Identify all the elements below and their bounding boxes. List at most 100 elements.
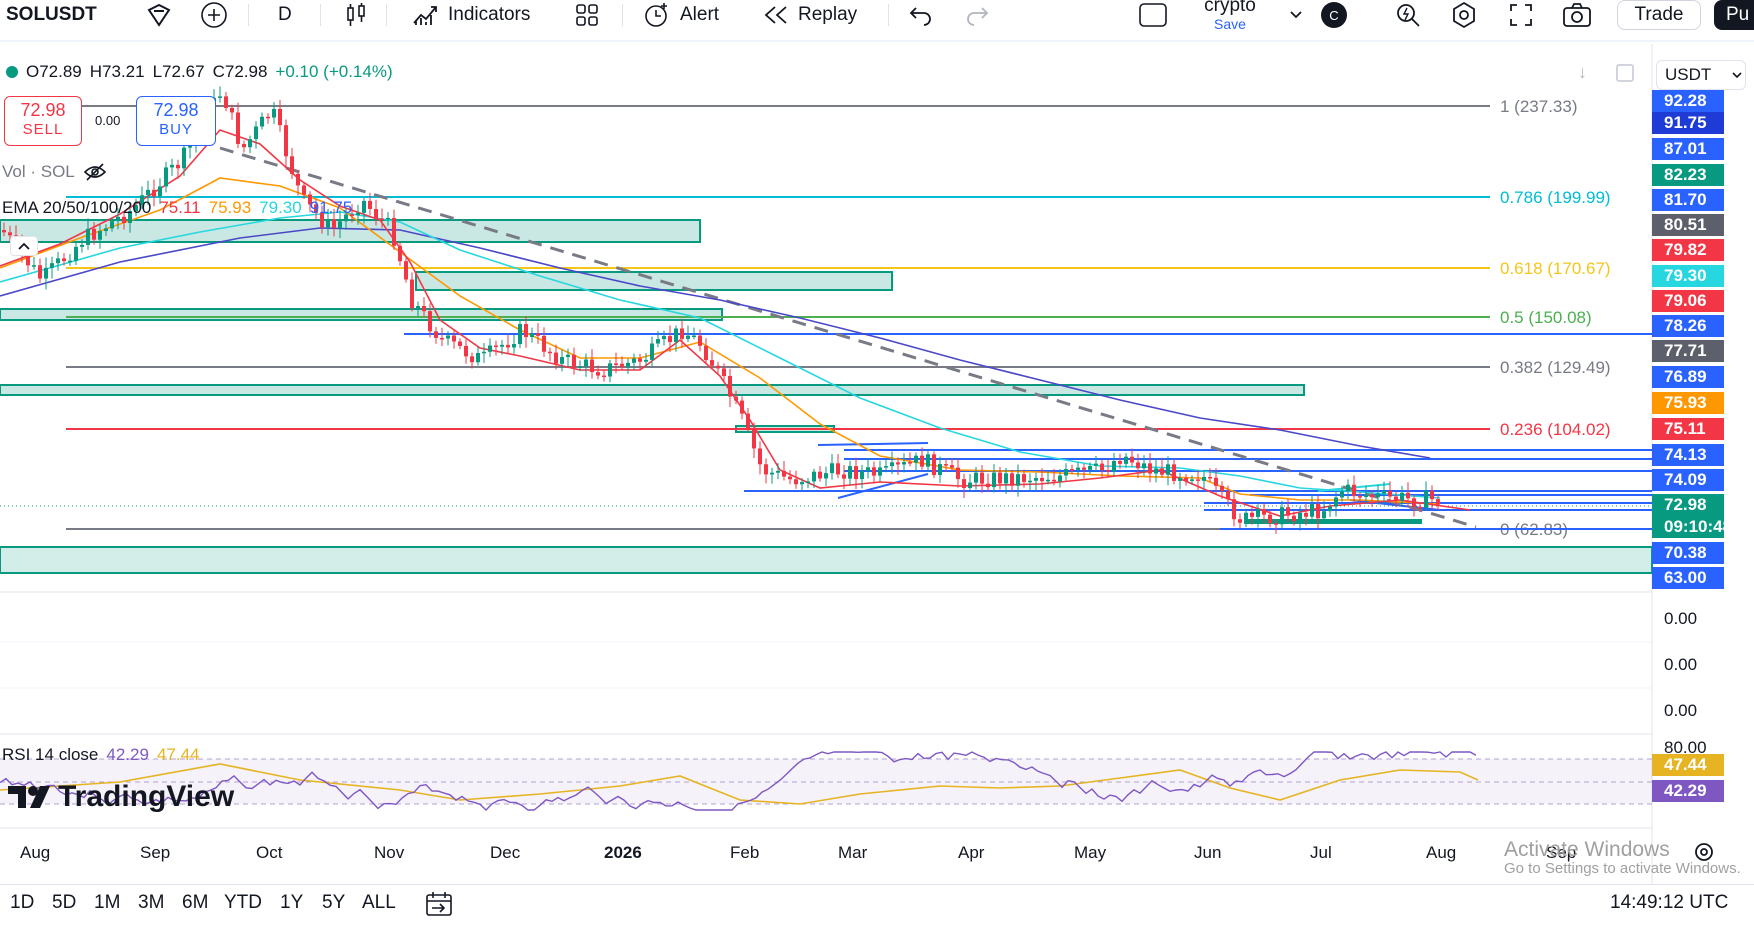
candle-body <box>386 217 390 220</box>
candle-body <box>290 156 294 174</box>
candle-body <box>1418 506 1422 509</box>
candle-body <box>656 339 660 344</box>
candle-body <box>356 212 360 216</box>
sell-price: 72.98 <box>20 100 66 120</box>
range-button-all[interactable]: ALL <box>362 892 396 914</box>
time-axis-label: Aug <box>1426 843 1457 862</box>
candle-body <box>890 462 894 467</box>
time-axis-label: Dec <box>490 843 521 862</box>
candle-body <box>614 363 618 365</box>
zone-rectangles[interactable] <box>0 219 1653 574</box>
range-button-5y[interactable]: 5Y <box>322 892 345 914</box>
candle-body <box>644 359 648 362</box>
range-button-3m[interactable]: 3M <box>138 892 164 914</box>
candle-body <box>914 455 918 463</box>
ohlc-legend: O72.89 H73.21 L72.67 C72.98 +0.10 (+0.14… <box>6 62 393 82</box>
candle-body <box>470 356 474 363</box>
candle-body <box>818 471 822 479</box>
zone-rect-2[interactable] <box>415 271 893 291</box>
candle-body <box>1436 499 1440 505</box>
price-scale-label: 79.06 <box>1652 290 1724 312</box>
tradingview-logo[interactable]: TradingView <box>6 780 234 814</box>
price-scale-label: 78.26 <box>1652 315 1724 337</box>
time-axis-label: Feb <box>730 843 760 862</box>
candle-body <box>1136 462 1140 469</box>
candle-body <box>752 428 756 449</box>
candle-body <box>1106 470 1110 472</box>
collapse-legend-button[interactable] <box>10 236 38 256</box>
volume-label: Vol · SOL <box>2 162 75 181</box>
candle-body <box>1046 479 1050 482</box>
goto-date-icon[interactable] <box>424 890 454 923</box>
fib-label-5: 0.236 (104.02) <box>1500 420 1611 439</box>
candle-body <box>236 112 240 144</box>
range-button-5d[interactable]: 5D <box>52 892 76 914</box>
candle-body <box>836 463 840 475</box>
low-value: L72.67 <box>152 62 205 81</box>
candle-body <box>962 479 966 488</box>
candle-body <box>434 331 438 338</box>
candle-body <box>1172 464 1176 481</box>
price-scale-label: 92.28 <box>1652 90 1724 112</box>
price-chart[interactable]: 1 (237.33) 0.786 (199.99) 0.618 (170.67) 0.… <box>0 0 1754 927</box>
volume-legend[interactable]: Vol · SOL <box>2 162 107 182</box>
ema200-value: 91.75 <box>309 198 353 217</box>
price-scale-label: 77.71 <box>1652 340 1724 362</box>
candle-body <box>1328 506 1332 512</box>
utc-clock[interactable]: 14:49:12 UTC <box>1610 892 1728 914</box>
price-scale-label: 87.01 <box>1652 138 1724 160</box>
candle-body <box>338 221 342 228</box>
candle-body <box>2 230 6 233</box>
price-scale-label: 70.38 <box>1652 542 1724 564</box>
candle-body <box>488 345 492 352</box>
price-scale-label: 72.98 <box>1652 494 1724 516</box>
zone-rect-3[interactable] <box>0 308 723 321</box>
scroll-down-icon[interactable]: ↓ <box>1578 62 1587 83</box>
candle-body <box>968 482 972 488</box>
candle-body <box>1070 469 1074 471</box>
range-button-1d[interactable]: 1D <box>10 892 34 914</box>
ema200-line <box>0 227 1431 459</box>
range-button-1m[interactable]: 1M <box>94 892 120 914</box>
candle-body <box>1040 477 1044 482</box>
candle-body <box>368 200 372 209</box>
candle-body <box>68 260 72 263</box>
ema-legend[interactable]: EMA 20/50/100/200 75.11 75.93 79.30 91.7… <box>2 198 352 218</box>
ema100-line <box>0 211 1441 499</box>
candle-body <box>1076 467 1080 470</box>
buy-button[interactable]: 72.98 BUY <box>136 96 216 146</box>
buy-label: BUY <box>159 121 193 138</box>
sell-button[interactable]: 72.98 SELL <box>4 96 82 146</box>
candle-body <box>512 344 516 348</box>
range-button-1y[interactable]: 1Y <box>280 892 303 914</box>
candle-body <box>1292 515 1296 522</box>
candle-body <box>884 466 888 468</box>
auto-scale-icon[interactable] <box>1616 64 1634 82</box>
hidden-eye-icon[interactable] <box>83 162 107 182</box>
rsi-legend[interactable]: RSI 14 close 42.29 47.44 <box>2 745 199 765</box>
time-axis-label: May <box>1074 843 1107 862</box>
range-button-ytd[interactable]: YTD <box>224 892 262 914</box>
range-button-6m[interactable]: 6M <box>182 892 208 914</box>
candle-body <box>1184 477 1188 481</box>
high-value: H73.21 <box>89 62 145 81</box>
candle-body <box>1064 469 1068 476</box>
candle-body <box>842 474 846 479</box>
candle-body <box>1346 484 1350 492</box>
zone-rect-6[interactable] <box>0 546 1653 574</box>
candle-body <box>542 335 546 352</box>
fib-label-3: 0.5 (150.08) <box>1500 308 1592 327</box>
candle-body <box>668 336 672 343</box>
candle-body <box>770 472 774 475</box>
currency-select[interactable]: USDT <box>1656 60 1746 90</box>
rsi-scale-label: 42.29 <box>1652 780 1724 802</box>
zone-rect-4[interactable] <box>0 384 1305 396</box>
candle-body <box>1028 480 1032 483</box>
candle-body <box>620 363 624 368</box>
candle-body <box>866 467 870 471</box>
candle-body <box>1022 474 1026 482</box>
candle-body <box>398 245 402 262</box>
candle-body <box>1082 467 1086 470</box>
candle-body <box>872 467 876 476</box>
price-scale-label: 75.93 <box>1652 392 1724 414</box>
